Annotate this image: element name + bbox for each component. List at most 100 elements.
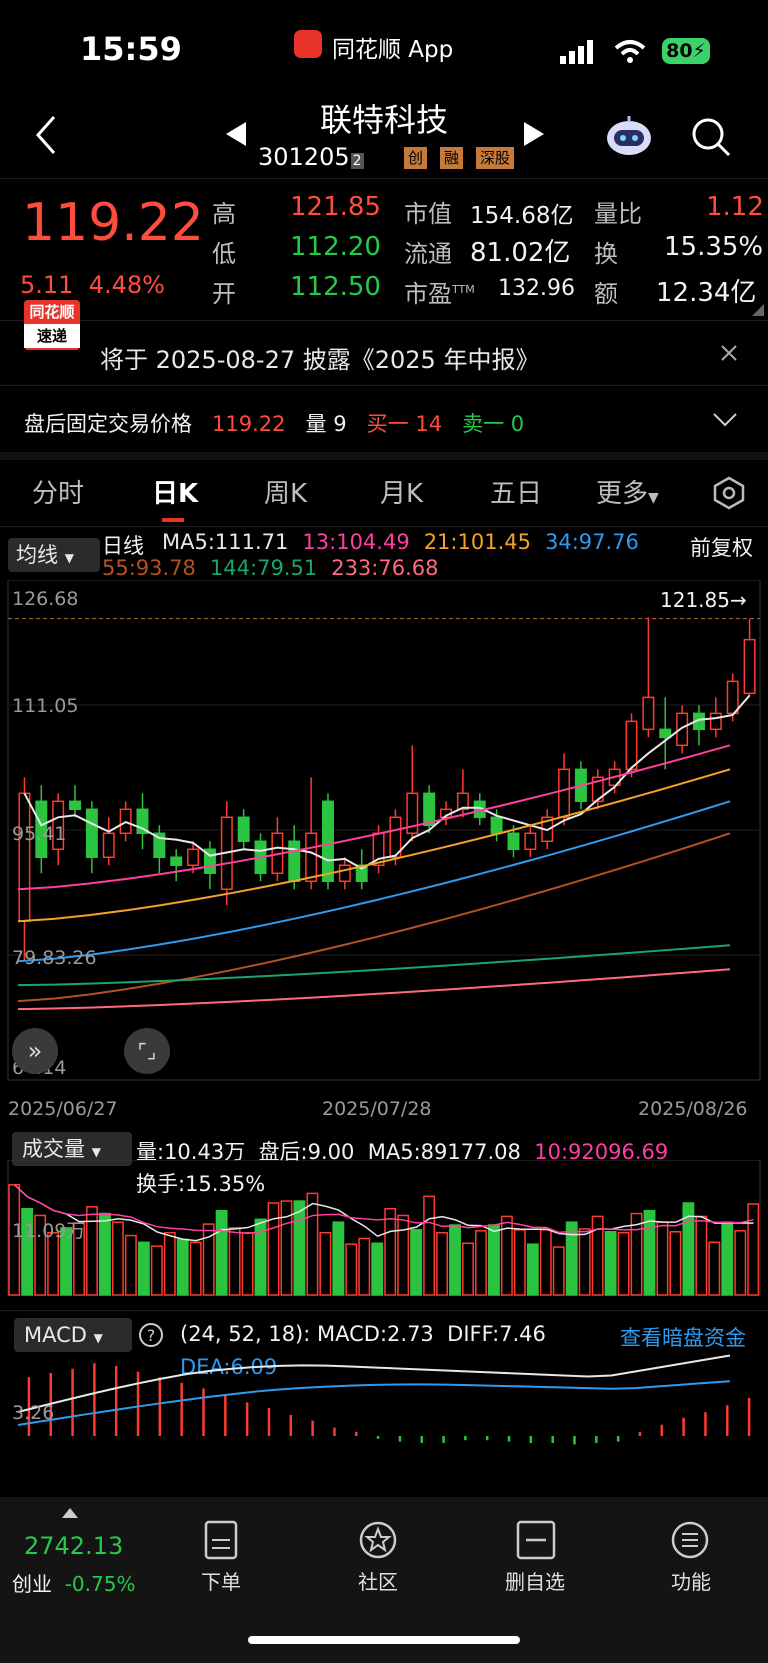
volume-bar	[487, 1224, 500, 1296]
tag-chuang: 创	[404, 147, 428, 169]
volume-bar	[332, 1221, 345, 1296]
open-label: 开	[212, 280, 236, 308]
volume-ma10-line	[13, 1184, 754, 1235]
diff-line	[17, 1354, 731, 1413]
ma-legend-item: MA5:111.71	[162, 530, 289, 554]
current-price: 119.22	[22, 193, 204, 253]
divider	[0, 178, 768, 179]
next-stock-icon[interactable]	[524, 122, 544, 146]
high-value: 121.85	[290, 192, 381, 222]
view-dark-pool-link[interactable]: 查看暗盘资金	[620, 1322, 746, 1352]
indicator-select[interactable]: 均线 ▼	[8, 538, 100, 572]
menu-icon[interactable]	[670, 1520, 710, 1560]
dock-order[interactable]: 下单	[176, 1566, 266, 1595]
volume-bar	[462, 1242, 474, 1296]
candle-body	[187, 848, 200, 867]
volume-bar	[267, 1202, 280, 1296]
macd-chart[interactable]	[0, 1350, 768, 1490]
divider	[0, 1310, 768, 1311]
status-app-name: 同花顺 App	[332, 37, 454, 63]
ma-legend-item: 34:97.76	[544, 530, 639, 554]
fullscreen-icon[interactable]: ⌜⌟	[124, 1028, 170, 1074]
volume-bar	[384, 1208, 397, 1296]
volume-bar	[734, 1230, 747, 1296]
volume-bar	[526, 1243, 539, 1296]
volume-bar	[436, 1231, 448, 1296]
vol-ratio-label: 量比	[594, 200, 642, 228]
macd-legend: (24, 52, 18): MACD:2.73 DIFF:7.46	[180, 1322, 546, 1346]
turnover-label: 换	[594, 240, 618, 268]
volume-bar	[565, 1221, 578, 1296]
volume-bar	[643, 1209, 656, 1296]
dock-functions[interactable]: 功能	[646, 1566, 736, 1595]
high-marker: 121.85→	[660, 588, 747, 612]
search-icon[interactable]	[690, 116, 732, 158]
remove-watchlist-icon[interactable]	[516, 1520, 556, 1560]
settings-hex-icon[interactable]	[712, 476, 746, 510]
ma144-line	[17, 944, 731, 987]
index-name[interactable]: 创业 -0.75%	[12, 1568, 135, 1597]
after-hours-bar[interactable]: 盘后固定交易价格 119.22 量 9 买一 14 卖一 0	[24, 408, 524, 438]
section-gap	[0, 452, 768, 460]
volume-chart[interactable]	[0, 1160, 768, 1300]
status-time: 15:59	[80, 30, 182, 68]
ma-legend-row1: MA5:111.71 13:104.49 21:101.45 34:97.76	[162, 530, 653, 554]
help-icon[interactable]: ?	[138, 1322, 164, 1348]
dock-remove-watchlist[interactable]: 删自选	[490, 1566, 580, 1595]
volume-y-tick: 11.09万	[12, 1220, 86, 1242]
tab-wuri[interactable]: 五日	[490, 473, 542, 510]
prev-stock-icon[interactable]	[226, 122, 246, 146]
price-change: 5.11 4.48%	[20, 271, 165, 299]
candle-body	[659, 728, 672, 739]
close-icon[interactable]	[720, 344, 738, 362]
volume-bar	[721, 1221, 734, 1296]
candle-body	[288, 840, 301, 882]
tab-zhouk[interactable]: 周K	[264, 473, 307, 510]
low-value: 112.20	[290, 232, 381, 262]
tab-rik[interactable]: 日K	[152, 473, 198, 510]
stock-code: 301205 2	[258, 143, 364, 171]
candle-body	[743, 638, 756, 695]
signal-icon	[560, 40, 593, 64]
community-icon[interactable]	[358, 1520, 398, 1560]
mcap-label: 市值	[404, 200, 452, 228]
volume-bar	[150, 1245, 163, 1296]
candle-body	[524, 832, 537, 851]
chevron-down-icon[interactable]	[712, 412, 738, 428]
volume-bar	[163, 1231, 176, 1296]
open-value: 112.50	[290, 272, 381, 302]
volume-bar	[124, 1234, 137, 1296]
ma-legend-item: 55:93.78	[102, 556, 196, 580]
candlestick-chart[interactable]	[0, 580, 768, 1098]
volume-bar	[215, 1209, 228, 1296]
mcap-value: 154.68亿	[470, 203, 574, 229]
tab-yuek[interactable]: 月K	[380, 473, 423, 510]
volume-bar	[86, 1206, 98, 1296]
candle-body	[69, 800, 82, 811]
tab-fenshi[interactable]: 分时	[32, 473, 84, 510]
volume-bar	[513, 1229, 526, 1296]
macd-select[interactable]: MACD ▼	[14, 1318, 132, 1352]
expand-left-icon[interactable]: »	[12, 1028, 58, 1074]
volume-bar	[475, 1230, 487, 1296]
pe-label: 市盈TTM	[404, 280, 475, 308]
notice-text[interactable]: 将于 2025-08-27 披露《2025 年中报》	[100, 340, 539, 375]
dock-community[interactable]: 社区	[333, 1566, 423, 1595]
tab-active-indicator	[162, 518, 184, 522]
candle-body	[305, 832, 318, 882]
adjust-mode[interactable]: 前复权	[690, 532, 753, 562]
robot-assistant-icon[interactable]	[604, 114, 654, 158]
volume-bar	[708, 1241, 721, 1296]
candle-body	[237, 816, 250, 843]
y-tick-2: 111.05	[12, 695, 79, 717]
order-icon[interactable]	[204, 1520, 238, 1560]
y-tick-3: 95.41	[12, 823, 67, 845]
volume-bar	[552, 1246, 565, 1296]
index-value[interactable]: 2742.13	[24, 1532, 123, 1560]
svg-text:?: ?	[147, 1326, 156, 1345]
tab-more[interactable]: 更多▼	[596, 473, 659, 510]
volume-bar	[293, 1200, 306, 1296]
divider	[0, 320, 768, 321]
volume-bar	[241, 1231, 254, 1296]
volume-bar	[358, 1237, 371, 1296]
